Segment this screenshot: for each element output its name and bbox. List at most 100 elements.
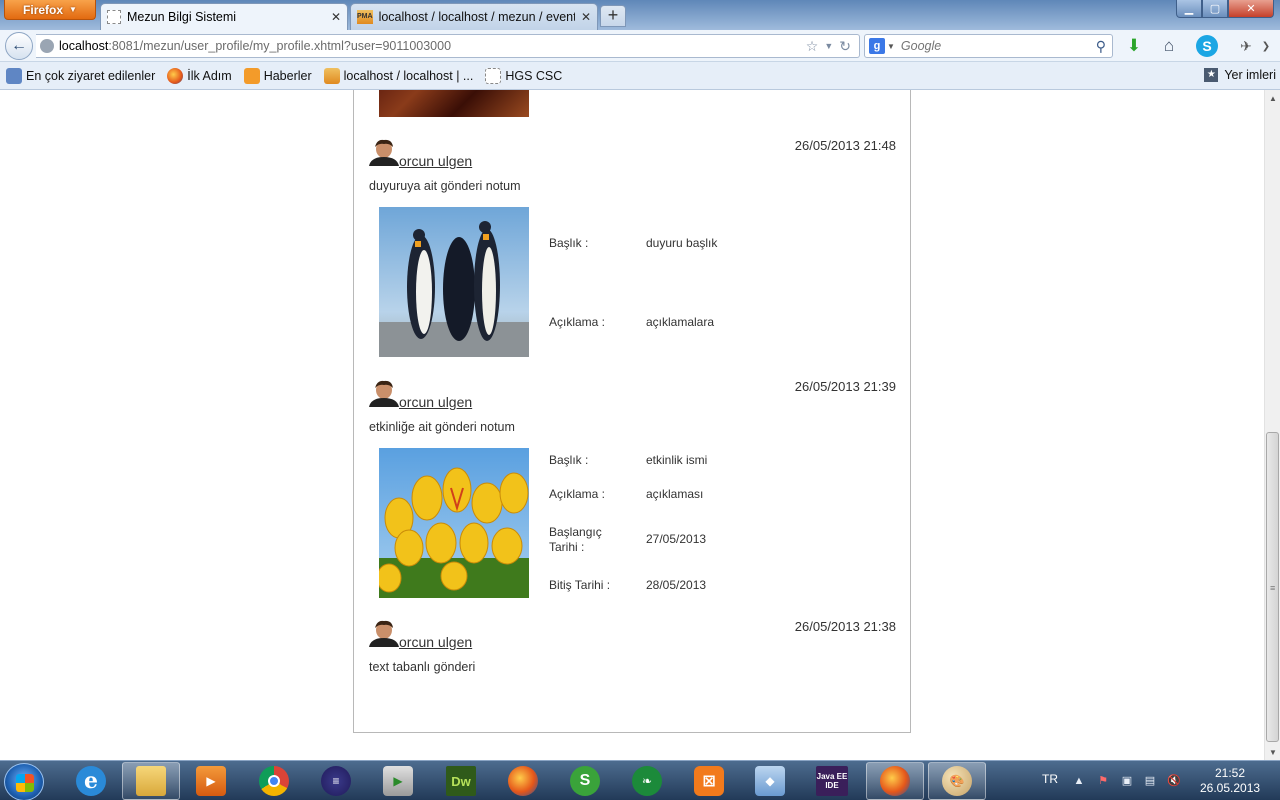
chevron-down-icon: ▼ (69, 5, 77, 14)
field-value: 28/05/2013 (646, 578, 707, 592)
field-value: etkinlik ismi (646, 453, 708, 467)
event-image[interactable] (379, 448, 529, 598)
avatar[interactable] (369, 138, 399, 166)
device-icon[interactable]: ▣ (1120, 774, 1134, 788)
overflow-chevron-icon[interactable]: ❯ (1258, 34, 1274, 58)
taskbar-green-app[interactable]: ❧ (618, 762, 676, 800)
taskbar-paint[interactable]: 🎨 (928, 762, 986, 800)
close-tab-icon[interactable]: ✕ (581, 10, 591, 24)
page-favicon-icon (107, 10, 121, 24)
taskbar-eclipse[interactable]: ≡ (307, 762, 365, 800)
bookmarks-menu-label: Yer imleri (1224, 68, 1276, 82)
post-timestamp: 26/05/2013 21:48 (794, 138, 896, 153)
close-tab-icon[interactable]: ✕ (331, 10, 341, 24)
google-engine-icon[interactable]: g (869, 38, 885, 54)
window-titlebar: Firefox ▼ Mezun Bilgi Sistemi ✕ PMA loca… (0, 0, 1280, 30)
virtualbox-icon: ◆ (755, 766, 785, 796)
tab-phpmyadmin[interactable]: PMA localhost / localhost / mezun / even… (350, 3, 598, 30)
author-link[interactable]: orcun ulgen (399, 394, 472, 410)
maximize-button[interactable]: ▢ (1202, 0, 1228, 18)
page-scrollbar[interactable]: ▲ ≡ ▼ (1264, 90, 1280, 760)
taskbar-firefox-running[interactable] (866, 762, 924, 800)
bookmarks-menu-button[interactable]: ★ Yer imleri (1204, 68, 1276, 82)
url-text[interactable]: localhost:8081/mezun/user_profile/my_pro… (59, 39, 806, 53)
scroll-down-arrow-icon[interactable]: ▼ (1265, 744, 1280, 760)
taskbar-explorer[interactable] (122, 762, 180, 800)
avatar[interactable] (369, 379, 399, 407)
taskbar-skype-app[interactable]: S (556, 762, 614, 800)
taskbar-media-player[interactable]: ▶ (182, 762, 240, 800)
search-icon[interactable]: ⚲ (1096, 38, 1106, 55)
firefox-icon (167, 67, 184, 84)
minimize-button[interactable]: ▁ (1176, 0, 1202, 18)
url-host: localhost (59, 39, 109, 53)
taskbar-virtualbox[interactable]: ◆ (741, 762, 799, 800)
avatar[interactable] (369, 619, 399, 647)
volume-muted-icon[interactable]: 🔇 (1167, 774, 1181, 788)
site-identity-icon[interactable] (40, 39, 54, 53)
internet-explorer-icon: e (76, 766, 106, 796)
firefox-menu-button[interactable]: Firefox ▼ (4, 0, 96, 20)
scrollbar-thumb[interactable]: ≡ (1266, 432, 1279, 742)
post-timestamp: 26/05/2013 21:38 (794, 619, 896, 634)
bookmark-hgs-csc[interactable]: HGS CSC (485, 67, 562, 84)
show-hidden-icons-icon[interactable]: ▲ (1072, 774, 1086, 788)
leaf-app-icon: ❧ (632, 766, 662, 796)
home-icon[interactable]: ⌂ (1157, 34, 1181, 58)
field-value: duyuru başlık (646, 236, 718, 250)
engine-dropdown-icon[interactable]: ▼ (887, 42, 895, 51)
bookmark-ilk-adim[interactable]: İlk Adım (167, 67, 232, 84)
system-tray: TR ▲ ⚑ ▣ ▤ 🔇 21:52 26.05.2013 (1030, 761, 1280, 800)
phpmyadmin-favicon-icon: PMA (357, 10, 373, 24)
addon-icon[interactable]: ✈ (1234, 34, 1258, 58)
taskbar-java-ee-ide[interactable]: Java EE IDE (803, 762, 861, 800)
new-tab-button[interactable]: + (600, 5, 626, 27)
taskbar-xampp[interactable]: ⊠ (680, 762, 738, 800)
field-label: Bitiş Tarihi : (549, 578, 611, 592)
back-arrow-icon: ← (11, 37, 27, 54)
paint-palette-icon: 🎨 (942, 766, 972, 796)
taskbar-firefox-pinned[interactable] (494, 762, 552, 800)
tab-mezun-bilgi-sistemi[interactable]: Mezun Bilgi Sistemi ✕ (100, 3, 348, 30)
announcement-image[interactable] (379, 207, 529, 357)
bookmark-most-visited[interactable]: En çok ziyaret edilenler (6, 67, 155, 84)
taskbar-dreamweaver[interactable]: Dw (432, 762, 490, 800)
clock-date: 26.05.2013 (1200, 781, 1261, 795)
language-indicator[interactable]: TR (1042, 772, 1058, 786)
skype-icon[interactable]: S (1195, 34, 1219, 58)
field-value: açıklaması (646, 487, 704, 501)
feed-post: orcun ulgen 26/05/2013 21:39 etkinliğe a… (369, 379, 896, 609)
address-bar[interactable]: localhost:8081/mezun/user_profile/my_pro… (36, 34, 860, 58)
database-icon: ▶ (383, 766, 413, 796)
bookmark-phpmyadmin[interactable]: localhost / localhost | ... (323, 67, 474, 84)
taskbar-internet-explorer[interactable]: e (62, 762, 120, 800)
folder-icon (136, 766, 166, 796)
scroll-up-arrow-icon[interactable]: ▲ (1265, 90, 1280, 106)
bookmark-label: localhost / localhost | ... (343, 68, 474, 83)
previous-post-image (379, 90, 529, 117)
network-icon[interactable]: ▤ (1143, 774, 1157, 788)
search-input[interactable] (900, 39, 1096, 53)
java-ee-ide-icon: Java EE IDE (816, 766, 848, 796)
back-button[interactable]: ← (5, 32, 33, 60)
taskbar-database-tool[interactable]: ▶ (369, 762, 427, 800)
action-center-icon[interactable]: ⚑ (1096, 774, 1110, 788)
downloads-icon[interactable]: ⬇ (1122, 34, 1146, 58)
bookmark-label: İlk Adım (187, 68, 232, 83)
search-bar[interactable]: g ▼ ⚲ (864, 34, 1113, 58)
author-link[interactable]: orcun ulgen (399, 634, 472, 650)
clock[interactable]: 21:52 26.05.2013 (1200, 766, 1260, 796)
start-button[interactable] (4, 763, 44, 800)
reload-icon[interactable]: ↻ (839, 38, 851, 55)
field-label: Açıklama : (549, 315, 606, 329)
rss-icon (243, 67, 260, 84)
author-link[interactable]: orcun ulgen (399, 153, 472, 169)
taskbar-chrome[interactable] (245, 762, 303, 800)
sourcetree-icon: S (570, 766, 600, 796)
bookmark-star-icon[interactable]: ☆ (806, 38, 819, 55)
history-dropdown-icon[interactable]: ▼ (824, 38, 833, 55)
bookmark-haberler[interactable]: Haberler (243, 67, 312, 84)
close-window-button[interactable]: ✕ (1228, 0, 1274, 18)
post-note: text tabanlı gönderi (369, 660, 476, 674)
grip-icon: ≡ (1270, 583, 1276, 593)
